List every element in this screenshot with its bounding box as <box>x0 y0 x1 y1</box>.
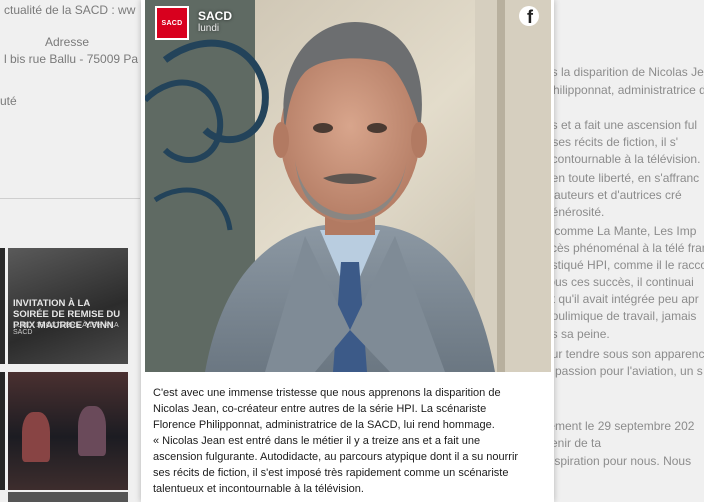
background-text-line: ns la disparition de Nicolas Jea <box>545 65 704 79</box>
background-address-label: Adresse <box>45 35 90 49</box>
background-address-value: l bis rue Ballu - 75009 Pa <box>4 52 139 66</box>
background-right-column: ns la disparition de Nicolas Jea Philipp… <box>542 0 704 502</box>
background-text-line: ncontournable à la télévision. <box>545 152 701 166</box>
caption-line: « Nicolas Jean est entré dans le métier … <box>153 435 481 447</box>
background-text-line: as sa peine. <box>545 327 610 341</box>
background-text-line: nt qu'il avait intégrée peu apr <box>545 292 699 306</box>
page-name-link[interactable]: SACD <box>198 9 232 23</box>
background-text-line: Philipponnat, administratrice d <box>545 83 704 97</box>
background-thumbnail-invitation: INVITATION À LA SOIRÉE DE REMISE DU PRIX… <box>8 248 128 364</box>
post-caption: C'est avec une immense tristesse que nou… <box>153 385 543 497</box>
background-text-line: e passion pour l'aviation, un s <box>545 364 703 378</box>
background-text-line: d'auteurs et d'autrices cré <box>545 188 682 202</box>
background-text-line: tous ces succès, il continuai <box>545 275 694 289</box>
background-thumbnail <box>0 372 5 490</box>
background-divider <box>0 198 140 199</box>
caption-line: ascension fulgurante. Autodidacte, au pa… <box>153 451 519 463</box>
background-news-link: ctualité de la SACD : ww <box>4 3 136 17</box>
facebook-icon[interactable]: f <box>519 6 539 26</box>
caption-line: talentueux et incontournable à la télévi… <box>153 483 364 495</box>
post-photo[interactable]: SACD SACD lundi f <box>145 0 551 372</box>
avatar-logo-text: SACD <box>161 19 183 27</box>
background-text-line: tement le 29 septembre 202 <box>545 419 695 433</box>
background-text-line: ns et a fait une ascension ful <box>545 118 698 132</box>
background-left-column: ctualité de la SACD : ww Adresse l bis r… <box>0 0 140 502</box>
background-text-line: eur tendre sous son apparenc <box>545 347 704 361</box>
background-text-line: r ses récits de fiction, il s' <box>545 135 678 149</box>
background-thumbnail <box>8 492 128 502</box>
background-text-line: boulimique de travail, jamais <box>545 309 697 323</box>
caption-line: C'est avec une immense tristesse que nou… <box>153 387 501 399</box>
thumbnail-subtitle: LUNDI 13 OCTOBRE À 19H À LA SACD <box>13 322 119 336</box>
post-date[interactable]: lundi <box>198 23 219 34</box>
background-text-line: t en toute liberté, en s'affranc <box>545 171 700 185</box>
caption-line: Florence Philipponnat, administratrice d… <box>153 419 495 431</box>
facebook-post-card[interactable]: SACD SACD lundi f C'est avec une immense… <box>141 0 554 502</box>
background-misc-text: uté <box>0 94 17 108</box>
background-thumbnail-event-photo <box>8 372 128 490</box>
caption-line: ses récits de fiction, il s'est imposé t… <box>153 467 509 479</box>
background-text-line: ostiqué HPI, comme il le racco <box>545 258 704 272</box>
caption-line: Nicolas Jean, co-créateur entre autres d… <box>153 403 487 415</box>
background-text-line: inspiration pour nous. Nous <box>545 454 692 468</box>
sacd-avatar[interactable]: SACD <box>155 6 189 40</box>
background-thumbnail <box>0 248 5 364</box>
background-text-line: s comme La Mante, Les Imp <box>545 224 697 238</box>
background-text-line: ccès phénoménal à la télé fran <box>545 241 704 255</box>
portrait-illustration <box>145 0 551 372</box>
